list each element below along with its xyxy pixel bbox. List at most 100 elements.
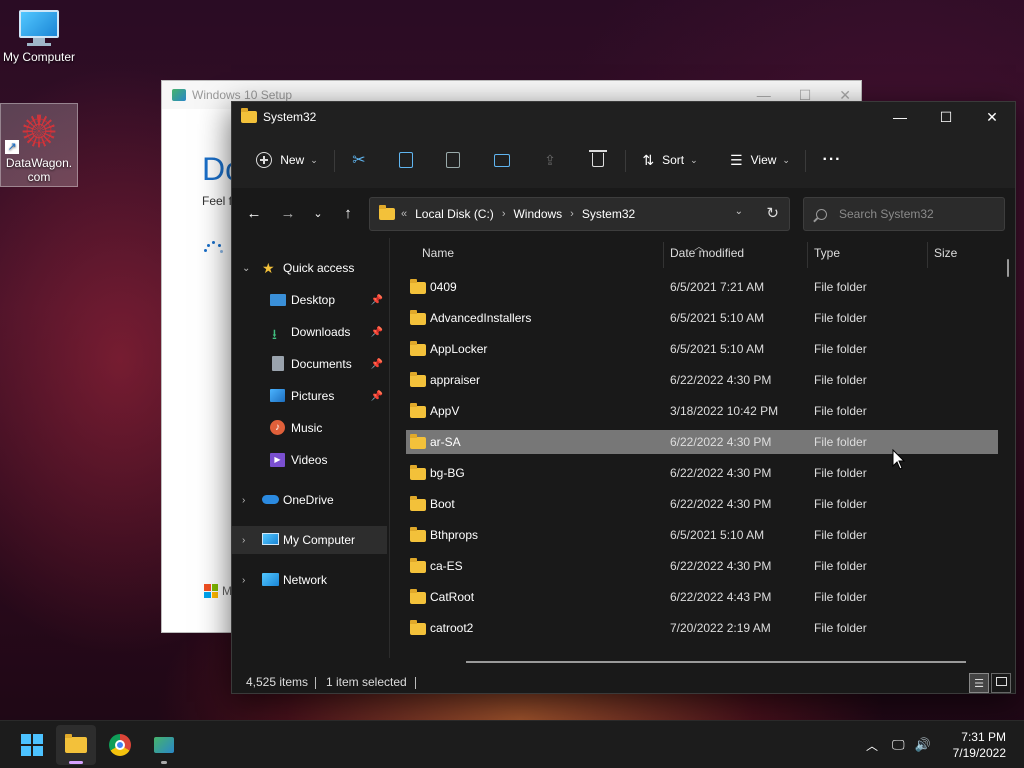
search-input[interactable]	[839, 207, 999, 221]
delete-button[interactable]	[581, 142, 615, 178]
vertical-scrollbar[interactable]	[1007, 259, 1009, 277]
file-explorer-icon	[65, 734, 87, 753]
nav-my-computer[interactable]: › My Computer	[232, 526, 387, 554]
table-row[interactable]: Bthprops 6/5/2021 5:10 AM File folder	[406, 523, 998, 547]
up-button[interactable]: ↑	[338, 204, 358, 224]
nav-label: Desktop	[291, 293, 336, 307]
desktop-icon-my-computer[interactable]: My Computer	[0, 0, 78, 76]
system-clock[interactable]: 7:31 PM 7/19/2022	[953, 729, 1006, 761]
table-row[interactable]: ca-ES 6/22/2022 4:30 PM File folder	[406, 554, 998, 578]
more-options-button[interactable]: ···	[815, 142, 849, 178]
address-bar[interactable]: « Local Disk (C:) › Windows › System32 ⌄…	[369, 197, 790, 231]
table-row[interactable]: AppV 3/18/2022 10:42 PM File folder	[406, 399, 998, 423]
column-header-name[interactable]: Name	[422, 246, 454, 268]
taskbar-file-explorer[interactable]	[56, 725, 96, 765]
explorer-titlebar[interactable]: System32 — ☐ ✕	[232, 102, 1015, 132]
table-row[interactable]: Boot 6/22/2022 4:30 PM File folder	[406, 492, 998, 516]
column-divider[interactable]	[927, 242, 928, 268]
recent-locations-button[interactable]: ⌄	[308, 204, 328, 224]
volume-icon[interactable]: 🔊	[915, 737, 931, 753]
pin-icon[interactable]: 📌	[371, 327, 383, 338]
minimize-button[interactable]: —	[877, 102, 923, 132]
nav-pictures[interactable]: Pictures 📌	[232, 382, 387, 410]
pin-icon[interactable]: 📌	[371, 359, 383, 370]
nav-label: Videos	[291, 453, 328, 467]
nav-onedrive[interactable]: › OneDrive	[232, 486, 387, 514]
column-header-date[interactable]: Date modified	[670, 246, 744, 268]
cell-type: File folder	[814, 342, 867, 356]
table-row[interactable]: CatRoot 6/22/2022 4:43 PM File folder	[406, 585, 998, 609]
details-view-button[interactable]: ☰	[969, 673, 989, 693]
taskbar-chrome[interactable]	[100, 725, 140, 765]
datawagon-logo-icon	[16, 108, 62, 154]
table-row[interactable]: AdvancedInstallers 6/5/2021 5:10 AM File f…	[406, 306, 998, 330]
table-row[interactable]: catroot2 7/20/2022 2:19 AM File folder	[406, 616, 998, 640]
chevron-down-icon: ⌄	[310, 154, 318, 165]
search-box[interactable]	[803, 197, 1005, 231]
nav-network[interactable]: › Network	[232, 566, 387, 594]
start-button[interactable]	[12, 725, 52, 765]
column-divider[interactable]	[663, 242, 664, 268]
rename-button[interactable]	[485, 142, 519, 178]
pin-icon[interactable]: 📌	[371, 391, 383, 402]
cell-type: File folder	[814, 590, 867, 604]
chevron-down-icon: ⌄	[782, 154, 790, 165]
desktop-icon-datawagon[interactable]: ↗ DataWagon.com	[0, 103, 78, 187]
back-button[interactable]: ←	[244, 204, 264, 224]
thumbnail-view-button[interactable]	[991, 673, 1011, 693]
chevron-right-icon[interactable]: ›	[242, 495, 245, 506]
folder-icon	[410, 341, 426, 356]
forward-button[interactable]: →	[278, 204, 298, 224]
view-button[interactable]: ☰ View ⌄	[724, 142, 796, 178]
desktop-icon	[270, 294, 286, 306]
active-indicator	[69, 761, 83, 764]
cut-button[interactable]: ✂	[342, 142, 376, 178]
column-divider[interactable]	[807, 242, 808, 268]
nav-desktop[interactable]: Desktop 📌	[232, 286, 387, 314]
nav-quick-access[interactable]: ⌄ ★ Quick access	[232, 254, 387, 282]
table-row[interactable]: ar-SA 6/22/2022 4:30 PM File folder	[406, 430, 998, 454]
folder-icon	[410, 620, 426, 635]
chevron-right-icon[interactable]: ›	[502, 208, 506, 220]
maximize-button[interactable]: ☐	[923, 102, 969, 132]
share-button[interactable]: ⇪	[533, 142, 567, 178]
horizontal-scrollbar[interactable]	[466, 661, 966, 663]
nav-videos[interactable]: ▶ Videos	[232, 446, 387, 474]
sort-button[interactable]: ⇅ Sort ⌄	[634, 142, 706, 178]
column-header-type[interactable]: Type	[814, 246, 840, 268]
breadcrumb-local-disk[interactable]: Local Disk (C:)	[415, 207, 494, 221]
cell-date-modified: 6/22/2022 4:30 PM	[670, 373, 772, 387]
address-dropdown-icon[interactable]: ⌄	[735, 206, 743, 217]
breadcrumb-windows[interactable]: Windows	[513, 207, 562, 221]
breadcrumb-overflow[interactable]: «	[401, 208, 407, 220]
nav-documents[interactable]: Documents 📌	[232, 350, 387, 378]
file-explorer-window[interactable]: System32 — ☐ ✕ New ⌄ ✂ ⇪ ⇅ Sort ⌄ ☰ View…	[231, 101, 1016, 694]
nav-music[interactable]: ♪ Music	[232, 414, 387, 442]
cell-type: File folder	[814, 559, 867, 573]
chevron-down-icon[interactable]: ⌄	[242, 263, 250, 274]
chevron-up-icon[interactable]: ︿	[866, 737, 878, 754]
cell-type: File folder	[814, 280, 867, 294]
nav-downloads[interactable]: ⭳ Downloads 📌	[232, 318, 387, 346]
chevron-right-icon[interactable]: ›	[242, 535, 245, 546]
table-row[interactable]: bg-BG 6/22/2022 4:30 PM File folder	[406, 461, 998, 485]
mouse-cursor-icon	[892, 449, 906, 470]
paste-button[interactable]	[436, 142, 470, 178]
new-button[interactable]: New ⌄	[252, 142, 322, 178]
close-button[interactable]: ✕	[969, 102, 1015, 132]
chevron-right-icon[interactable]: ›	[570, 208, 574, 220]
column-header-size[interactable]: Size	[934, 246, 957, 268]
status-bar: 4,525 items 1 item selected ☰	[232, 672, 1015, 694]
table-row[interactable]: AppLocker 6/5/2021 5:10 AM File folder	[406, 337, 998, 361]
refresh-icon[interactable]: ↻	[766, 204, 779, 222]
table-row[interactable]: 0409 6/5/2021 7:21 AM File folder	[406, 275, 998, 299]
copy-button[interactable]	[389, 142, 423, 178]
breadcrumb-system32[interactable]: System32	[582, 207, 635, 221]
table-row[interactable]: appraiser 6/22/2022 4:30 PM File folder	[406, 368, 998, 392]
chevron-right-icon[interactable]: ›	[242, 575, 245, 586]
file-list[interactable]: ︿ Name Date modified Type Size 0409 6/5/2…	[390, 238, 1016, 658]
pin-icon[interactable]: 📌	[371, 295, 383, 306]
network-status-icon[interactable]: 🖵	[892, 737, 905, 753]
cell-type: File folder	[814, 373, 867, 387]
taskbar-setup[interactable]	[144, 725, 184, 765]
